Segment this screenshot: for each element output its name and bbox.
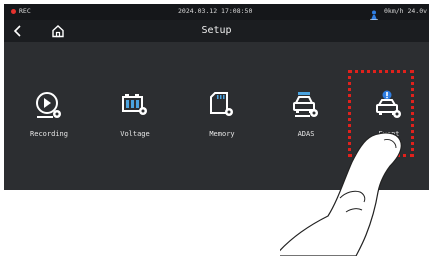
menu-item-recording[interactable]: Recording <box>14 82 84 142</box>
datetime: 2024.03.12 17:08:50 <box>178 7 253 15</box>
menu-label-memory: Memory <box>209 130 235 138</box>
menu-item-memory[interactable]: Memory <box>187 82 257 142</box>
pointing-hand-icon <box>280 132 402 256</box>
menu-label-recording: Recording <box>30 130 68 138</box>
page-title: Setup <box>201 25 232 36</box>
rec-label: REC <box>19 7 31 15</box>
menu-label-voltage: Voltage <box>120 130 150 138</box>
title-bar: Setup <box>4 20 429 42</box>
status-bar: REC 2024.03.12 17:08:50 0km/h 24.0v <box>4 4 429 21</box>
gps-person-icon <box>370 6 378 21</box>
menu-item-voltage[interactable]: Voltage <box>100 82 170 142</box>
sd-card-settings-icon <box>210 92 233 116</box>
recording-settings-icon <box>36 92 61 118</box>
record-dot-icon <box>11 9 16 14</box>
car-settings-icon <box>293 92 318 117</box>
battery-settings-icon <box>122 94 147 115</box>
speed-voltage: 0km/h 24.0v <box>384 7 428 15</box>
